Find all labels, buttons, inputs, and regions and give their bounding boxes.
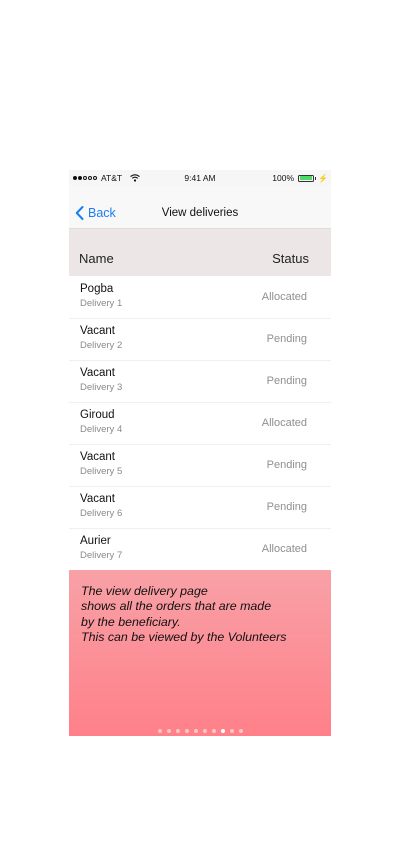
table-row[interactable]: Aurier Delivery 7 Allocated [69,529,331,571]
row-subtitle: Delivery 1 [80,298,123,309]
table-header: Name Status [69,229,331,276]
table-row[interactable]: Pogba Delivery 1 Allocated [69,277,331,319]
row-status: Pending [266,375,307,387]
row-subtitle: Delivery 7 [80,550,123,561]
row-name: Pogba [80,283,114,295]
caption-panel: The view delivery page shows all the ord… [69,570,331,736]
page-dot[interactable] [166,729,171,733]
column-header-status: Status [272,251,309,266]
table-row[interactable]: Vacant Delivery 6 Pending [69,487,331,529]
row-subtitle: Delivery 6 [80,508,123,519]
row-status: Allocated [261,417,307,429]
page-dot[interactable] [202,729,207,733]
page-dot[interactable] [184,729,189,733]
battery-percent: 100% [272,173,295,183]
row-name: Aurier [80,535,111,547]
row-status: Pending [266,501,307,513]
row-name: Giroud [80,409,115,421]
row-subtitle: Delivery 4 [80,424,123,435]
table-row[interactable]: Vacant Delivery 3 Pending [69,361,331,403]
table-row[interactable]: Vacant Delivery 5 Pending [69,445,331,487]
battery-tip [314,176,317,180]
page-dot[interactable] [193,729,198,733]
phone-screen: AT&T 9:41 AM 100% ⚡ Back View deliveries… [69,170,331,736]
row-name: Vacant [80,451,115,463]
status-bar: AT&T 9:41 AM 100% ⚡ [69,170,331,186]
caption-text: The view delivery page shows all the ord… [81,584,287,645]
row-subtitle: Delivery 3 [80,382,123,393]
row-name: Vacant [80,325,115,337]
row-name: Vacant [80,367,115,379]
charging-bolt-icon: ⚡ [318,173,328,183]
row-subtitle: Delivery 2 [80,340,123,351]
page-dot-active[interactable] [220,729,225,733]
page-dot[interactable] [229,729,234,733]
table-row[interactable]: Vacant Delivery 2 Pending [69,319,331,361]
page-dot[interactable] [211,729,216,733]
column-header-name: Name [79,251,114,266]
deliveries-list: Pogba Delivery 1 Allocated Vacant Delive… [69,277,331,571]
page-dot[interactable] [157,729,162,733]
row-status: Allocated [261,291,307,303]
row-subtitle: Delivery 5 [80,466,123,477]
page-indicator[interactable] [69,729,331,733]
row-status: Allocated [261,543,307,555]
navigation-bar: Back View deliveries [69,186,331,229]
row-status: Pending [266,333,307,345]
battery-icon [298,174,315,182]
row-status: Pending [266,459,307,471]
page-dot[interactable] [175,729,180,733]
battery-group: 100% ⚡ [272,173,328,183]
page-dot[interactable] [238,729,243,733]
page-title: View deliveries [161,207,239,219]
table-row[interactable]: Giroud Delivery 4 Allocated [69,403,331,445]
row-name: Vacant [80,493,115,505]
